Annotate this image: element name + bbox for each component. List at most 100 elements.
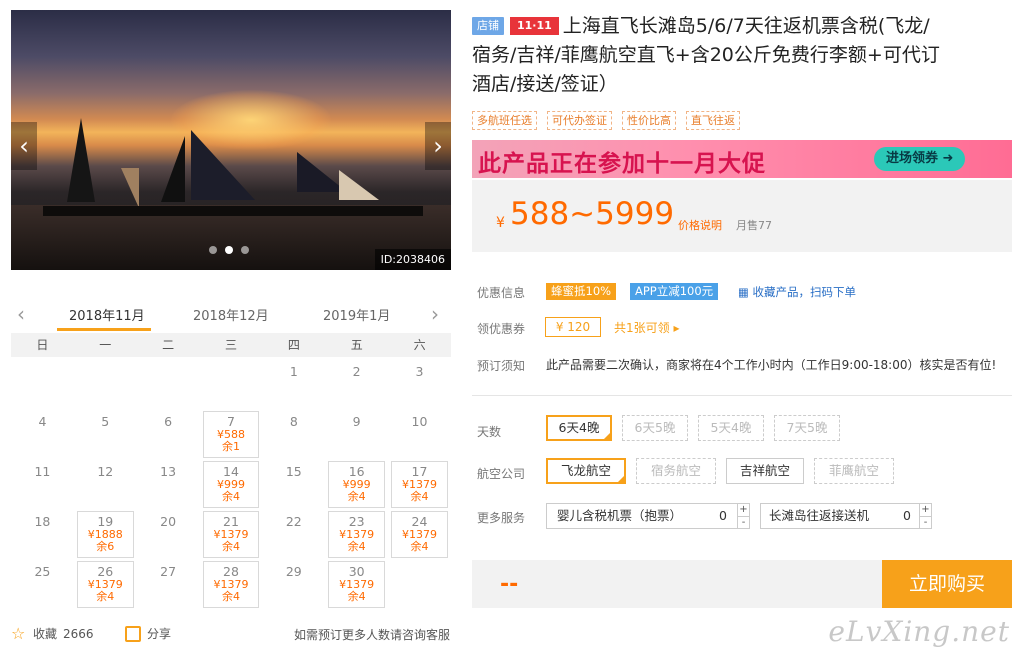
day-number: 23	[348, 514, 365, 529]
calendar-empty-cell	[388, 559, 451, 609]
option-days-3[interactable]: 5天4晚	[698, 415, 764, 441]
minus-button[interactable]: -	[738, 516, 749, 528]
price-box: ¥ 588~5999 价格说明 月售77	[472, 180, 1012, 252]
feature-tag: 性价比高	[622, 111, 676, 130]
hero-next-button[interactable]: ›	[425, 122, 451, 170]
currency-symbol: ¥	[496, 215, 505, 231]
qr-order-link[interactable]: ▦ 收藏产品，扫码下单	[738, 284, 856, 300]
title-line-3: 酒店/接送/签证）	[472, 73, 618, 95]
service-qty[interactable]: 0	[719, 504, 727, 528]
calendar-week: 1 2 3	[11, 359, 451, 409]
minus-button[interactable]: -	[920, 516, 931, 528]
day-number: 27	[160, 564, 177, 579]
carousel-dot[interactable]	[209, 246, 217, 254]
tab-month-2[interactable]: 2018年12月	[193, 305, 269, 324]
tab-month-3[interactable]: 2019年1月	[323, 305, 390, 324]
weekday-label: 五	[350, 338, 363, 352]
weekday-label: 三	[225, 338, 238, 352]
option-airline-4[interactable]: 菲鹰航空	[814, 458, 894, 484]
option-days-1[interactable]: 6天4晚	[546, 415, 612, 441]
calendar-day: 13	[137, 459, 200, 509]
calendar-day-available[interactable]: 7 ¥588 余1	[200, 409, 263, 459]
option-airline-3[interactable]: 吉祥航空	[726, 458, 804, 484]
day-number: 5	[101, 414, 110, 429]
hero-image[interactable]: ‹ › ID:2038406	[11, 10, 451, 270]
title-line-1: 上海直飞长滩岛5/6/7天往返机票含税(飞龙/	[562, 15, 930, 37]
quantity-stepper: + -	[737, 504, 749, 528]
coupon-label: 领优惠券	[477, 322, 526, 336]
calendar-empty-cell	[200, 359, 263, 409]
calendar-day: 11	[11, 459, 74, 509]
day-stock: 余4	[96, 590, 115, 603]
plus-button[interactable]: +	[738, 504, 749, 516]
days-label: 天数	[477, 425, 502, 439]
day-number: 14	[223, 464, 239, 479]
calendar-day: 22	[262, 509, 325, 559]
contact-hint[interactable]: 如需预订更多人数请咨询客服	[294, 626, 450, 643]
option-airline-1[interactable]: 飞龙航空	[546, 458, 626, 484]
calendar-day-available[interactable]: 17 ¥1379 余4	[388, 459, 451, 509]
calendar-day: 10	[388, 409, 451, 459]
day-stock: 余6	[96, 540, 115, 553]
day-number	[137, 359, 200, 365]
calendar-day-available[interactable]: 30 ¥1379 余4	[325, 559, 388, 609]
tab-month-1[interactable]: 2018年11月	[69, 305, 145, 324]
day-number: 9	[352, 414, 361, 429]
option-airline-2[interactable]: 宿务航空	[636, 458, 716, 484]
weekday-label: 六	[413, 338, 426, 352]
option-days-2[interactable]: 6天5晚	[622, 415, 688, 441]
monthly-sales: 月售77	[736, 219, 772, 232]
calendar-empty-cell	[11, 359, 74, 409]
feature-tag: 可代办签证	[547, 111, 612, 130]
calendar-day-available[interactable]: 26 ¥1379 余4	[74, 559, 137, 609]
enter-coupon-button[interactable]: 进场领券 ➜	[874, 147, 966, 171]
favorite-button[interactable]: ☆ 收藏 2666	[11, 625, 94, 642]
calendar-empty-cell	[74, 359, 137, 409]
day-number	[200, 359, 263, 365]
feature-tag: 直飞往返	[686, 111, 740, 130]
coupon-ticket[interactable]: ¥ 120	[545, 317, 601, 337]
day-number: 4	[38, 414, 47, 429]
carousel-dot[interactable]	[241, 246, 249, 254]
promo-banner[interactable]: 此产品正在参加十一月大促 进场领券 ➜	[472, 140, 1012, 178]
day-stock: 余4	[410, 540, 429, 553]
day-number: 8	[289, 414, 298, 429]
product-title: 店铺 11·11 上海直飞长滩岛5/6/7天往返机票含税(飞龙/ 宿务/吉祥/菲鹰航…	[472, 12, 1012, 99]
next-month-arrow-icon[interactable]: ›	[431, 302, 439, 326]
calendar-day-available[interactable]: 21 ¥1379 余4	[200, 509, 263, 559]
day-stock: 余4	[410, 490, 429, 503]
share-button[interactable]: 分享	[125, 625, 171, 642]
calendar-day-available[interactable]: 24 ¥1379 余4	[388, 509, 451, 559]
day-number	[388, 559, 451, 565]
calendar-day-available[interactable]: 23 ¥1379 余4	[325, 509, 388, 559]
calendar-day-available[interactable]: 14 ¥999 余4	[200, 459, 263, 509]
calendar-day-available[interactable]: 16 ¥999 余4	[325, 459, 388, 509]
total-price: --	[500, 572, 519, 597]
calendar-day: 25	[11, 559, 74, 609]
option-days-4[interactable]: 7天5晚	[774, 415, 840, 441]
discount-label: 优惠信息	[477, 286, 526, 300]
service-qty[interactable]: 0	[903, 504, 911, 528]
star-icon: ☆	[11, 623, 26, 643]
coupon-claim-link[interactable]: 共1张可领 ▸	[614, 319, 679, 336]
day-number: 30	[348, 564, 365, 579]
prev-month-arrow-icon[interactable]: ‹	[17, 302, 25, 326]
airline-label: 航空公司	[477, 467, 526, 481]
day-stock: 余4	[347, 590, 366, 603]
day-stock: 余1	[221, 440, 240, 453]
calendar-day-available[interactable]: 28 ¥1379 余4	[200, 559, 263, 609]
carousel-dot[interactable]	[225, 246, 233, 254]
day-number: 15	[285, 464, 302, 479]
day-number: 13	[160, 464, 177, 479]
day-number: 7	[226, 414, 235, 429]
hero-prev-button[interactable]: ‹	[11, 122, 37, 170]
day-number: 1	[289, 364, 298, 379]
day-number: 20	[160, 514, 177, 529]
plus-button[interactable]: +	[920, 504, 931, 516]
buy-now-button[interactable]: 立即购买	[882, 560, 1012, 608]
store-tag[interactable]: 店铺	[472, 17, 504, 35]
price-note-link[interactable]: 价格说明	[678, 217, 722, 233]
calendar-day-available[interactable]: 19 ¥1888 余6	[74, 509, 137, 559]
calendar-week: 25 26 ¥1379 余4 27 28 ¥1379 余4 29 30 ¥1379 余4	[11, 559, 451, 609]
watermark: eLvXing.net	[828, 615, 1010, 648]
